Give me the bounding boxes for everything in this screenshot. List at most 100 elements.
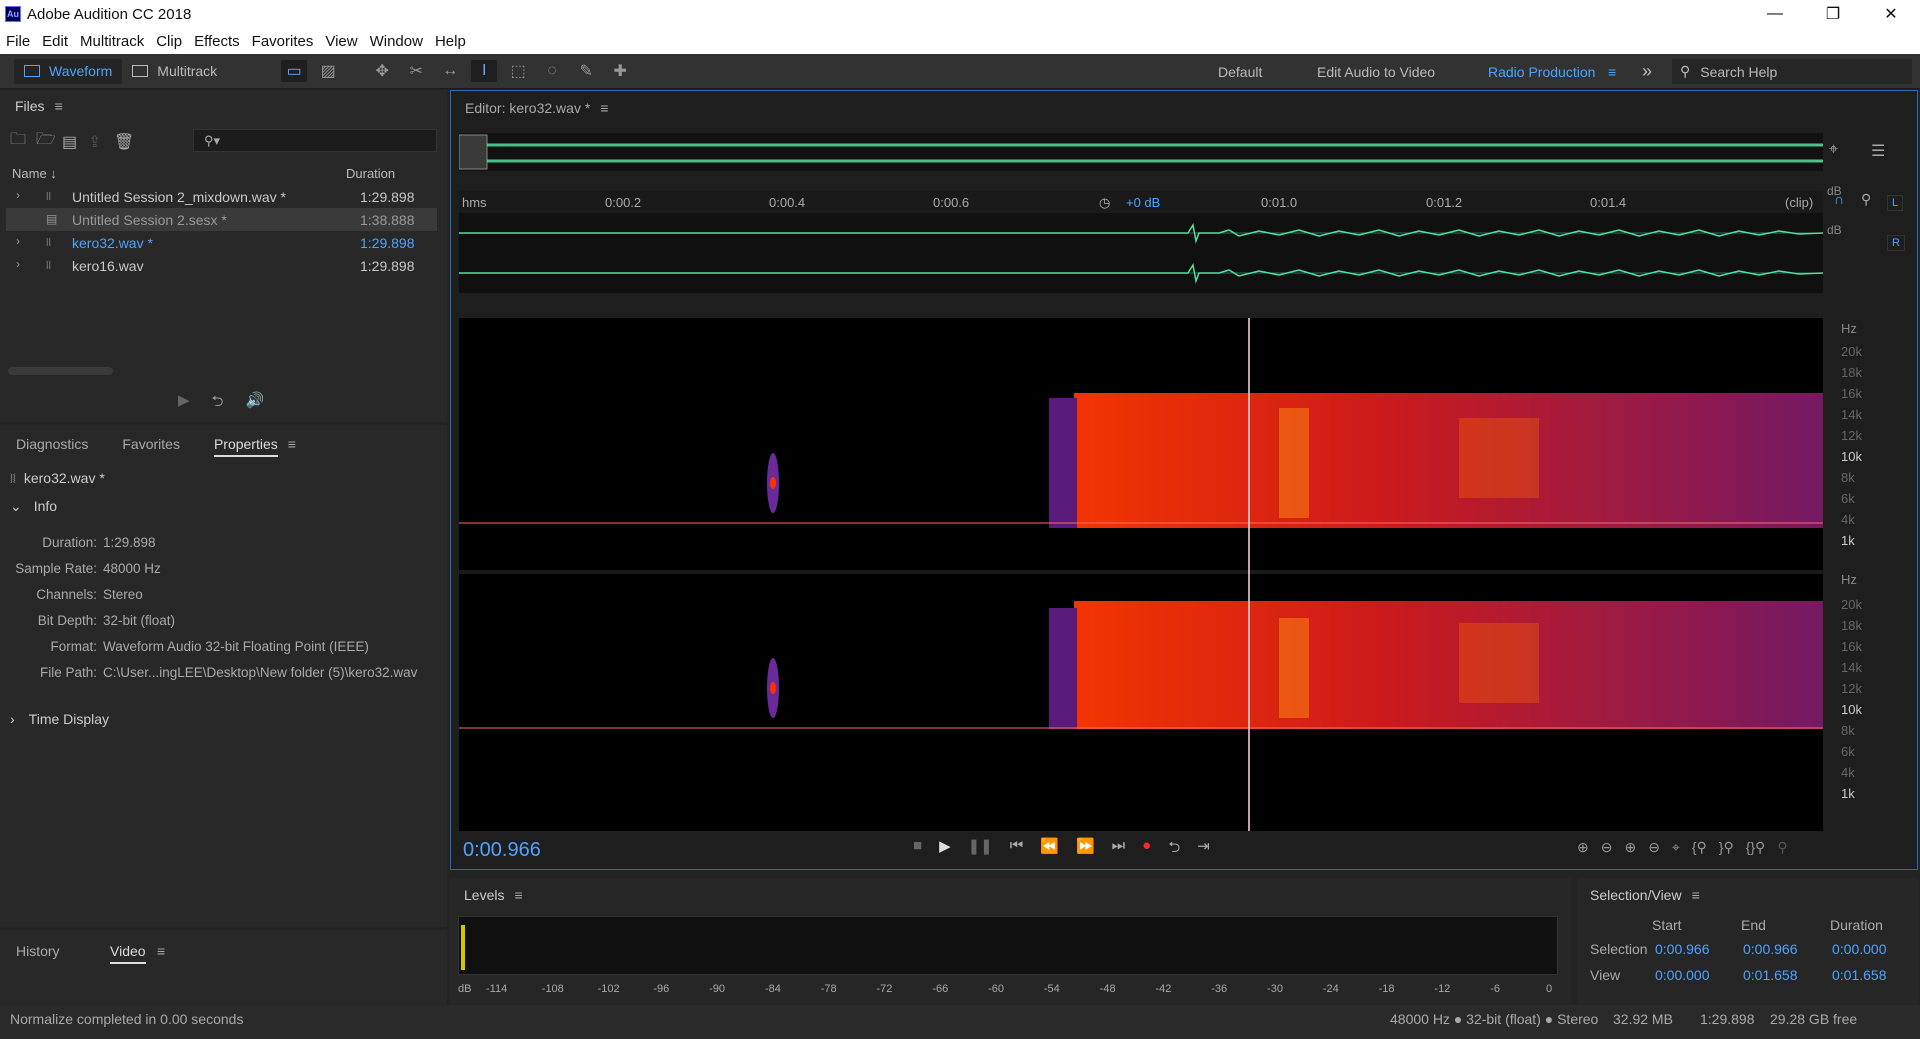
search-help-field[interactable]: ⚲ Search Help (1672, 59, 1912, 84)
play-icon[interactable]: ▶ (939, 837, 951, 862)
menu-effects[interactable]: Effects (188, 33, 246, 50)
view-start[interactable]: 0:00.000 (1655, 967, 1710, 983)
panel-menu-icon[interactable]: ≡ (55, 98, 63, 114)
marquee-tool-icon[interactable]: ⬚ (505, 60, 531, 82)
move-tool-icon[interactable]: ✥ (369, 60, 395, 82)
selection-end[interactable]: 0:00.966 (1743, 941, 1798, 957)
menu-view[interactable]: View (319, 33, 363, 50)
name-column-header[interactable]: Name ↓ (12, 166, 57, 181)
panel-menu-icon[interactable]: ≡ (1692, 887, 1700, 903)
menu-favorites[interactable]: Favorites (246, 33, 320, 50)
panel-menu-icon[interactable]: ≡ (600, 100, 608, 116)
current-time-display[interactable]: 0:00.966 (463, 839, 541, 862)
menu-clip[interactable]: Clip (150, 33, 188, 50)
file-row[interactable]: › ⧘⧙ kero32.wav * 1:29.898 (6, 231, 437, 254)
new-file-icon[interactable]: ▤ (62, 132, 88, 152)
selection-start[interactable]: 0:00.966 (1655, 941, 1710, 957)
autoplay-speaker-icon[interactable]: 🔊 (246, 391, 265, 416)
close-button[interactable]: ✕ (1862, 0, 1920, 28)
zoom-in-time-icon[interactable]: ⊕ (1624, 839, 1636, 856)
fast-forward-icon[interactable]: ⏩ (1076, 837, 1095, 862)
brush-tool-icon[interactable]: ✎ (573, 60, 599, 82)
view-end[interactable]: 0:01.658 (1743, 967, 1798, 983)
delete-file-icon[interactable]: 🗑 (114, 132, 140, 152)
multitrack-mode-button[interactable]: Multitrack (122, 59, 227, 84)
loop-preview-icon[interactable]: ⮌ (212, 391, 224, 416)
slip-tool-icon[interactable]: ↔ (437, 60, 463, 82)
zoom-out-point-icon[interactable]: }⚲ (1719, 839, 1734, 856)
panel-menu-icon[interactable]: ≡ (514, 887, 522, 903)
menu-multitrack[interactable]: Multitrack (74, 33, 150, 50)
pause-icon[interactable]: ❚❚ (968, 837, 993, 862)
spot-healing-tool-icon[interactable]: ✚ (607, 60, 633, 82)
left-channel-toggle[interactable]: L (1887, 195, 1904, 211)
file-row[interactable]: › ⧘⧙ kero16.wav 1:29.898 (6, 254, 437, 277)
panel-menu-icon[interactable]: ≡ (288, 436, 296, 457)
tab-properties[interactable]: Properties (213, 436, 278, 457)
file-row[interactable]: › ⧘⧙ Untitled Session 2_mixdown.wav * 1:… (6, 185, 437, 208)
insert-into-multitrack-icon[interactable]: ⇪ (88, 132, 114, 152)
zoom-in-point-icon[interactable]: {⚲ (1692, 839, 1707, 856)
duration-column-header[interactable]: Duration (346, 166, 395, 181)
zoom-in-amplitude-icon[interactable]: ⊕ (1577, 839, 1589, 856)
volume-readout[interactable]: +0 dB (1126, 195, 1160, 210)
workspace-radio-production[interactable]: Radio Production (1488, 54, 1595, 89)
loop-playback-icon[interactable]: ⮌ (1168, 837, 1180, 862)
tab-history[interactable]: History (16, 943, 60, 959)
view-duration[interactable]: 0:01.658 (1832, 967, 1887, 983)
selection-duration[interactable]: 0:00.000 (1832, 941, 1887, 957)
menu-file[interactable]: File (0, 33, 36, 50)
record-icon[interactable]: ● (1142, 837, 1151, 862)
lasso-tool-icon[interactable]: ◌ (539, 60, 565, 82)
zoom-to-selection-icon[interactable]: {}⚲ (1746, 839, 1766, 856)
zoom-navigator-icon[interactable]: ⌖ (1829, 141, 1838, 159)
workspace-edit-audio-to-video[interactable]: Edit Audio to Video (1317, 54, 1435, 89)
zoom-out-full-icon[interactable]: ⌖ (1672, 839, 1680, 856)
zoom-out-time-icon[interactable]: ⊖ (1648, 839, 1660, 856)
workspace-default[interactable]: Default (1218, 54, 1262, 89)
open-file-icon[interactable]: 🗀 (10, 128, 36, 155)
marker-pin-icon[interactable]: ⚲ (1861, 191, 1871, 208)
panel-menu-icon[interactable]: ≡ (157, 943, 165, 959)
time-ruler[interactable]: hms 0:00.2 0:00.4 0:00.6 ◷ +0 dB 0:01.0 … (459, 191, 1823, 213)
spectral-pitch-icon[interactable]: ▨ (315, 60, 341, 82)
import-file-icon[interactable]: 🗁 (36, 128, 62, 155)
waveform-display[interactable] (459, 213, 1823, 293)
play-preview-icon[interactable]: ▶ (178, 391, 190, 416)
right-channel-toggle[interactable]: R (1887, 235, 1905, 251)
time-display-section-header[interactable]: › Time Display (10, 711, 109, 727)
tab-favorites[interactable]: Favorites (122, 436, 180, 457)
files-search-input[interactable]: ⚲▾ (193, 129, 437, 152)
tab-video[interactable]: Video (110, 943, 146, 964)
file-row[interactable]: ▤ Untitled Session 2.sesx * 1:38.888 (6, 208, 437, 231)
tab-diagnostics[interactable]: Diagnostics (16, 436, 88, 457)
view-options-icon[interactable]: ☰ (1871, 141, 1885, 161)
menu-window[interactable]: Window (364, 33, 429, 50)
stop-icon[interactable]: ■ (913, 837, 922, 862)
hz-tick: 14k (1841, 407, 1862, 422)
waveform-mode-button[interactable]: Waveform (14, 58, 123, 84)
info-section-header[interactable]: ⌄ Info (10, 498, 57, 515)
spectral-frequency-display[interactable] (459, 318, 1823, 831)
razor-tool-icon[interactable]: ✂ (403, 60, 429, 82)
skip-selection-icon[interactable]: ⇥ (1197, 837, 1210, 862)
zoom-selected-tracks-icon[interactable]: ⚲ (1777, 839, 1787, 856)
skip-to-start-icon[interactable]: ⏮ (1010, 837, 1024, 862)
maximize-button[interactable]: ❐ (1804, 0, 1862, 28)
volume-knob-icon[interactable]: ◷ (1099, 195, 1110, 211)
expand-arrow-icon[interactable]: › (16, 188, 20, 202)
more-workspaces-icon[interactable]: » (1642, 54, 1652, 89)
expand-arrow-icon[interactable]: › (16, 257, 20, 271)
overview-waveform[interactable] (459, 133, 1823, 171)
files-horizontal-scrollbar[interactable] (8, 367, 113, 375)
menu-help[interactable]: Help (429, 33, 472, 50)
zoom-out-amplitude-icon[interactable]: ⊖ (1601, 839, 1613, 856)
menu-edit[interactable]: Edit (36, 33, 74, 50)
workspace-menu-icon[interactable]: ≡ (1608, 54, 1616, 89)
skip-to-end-icon[interactable]: ⏭ (1112, 837, 1126, 862)
spectral-display-icon[interactable]: ▭ (281, 60, 308, 82)
rewind-icon[interactable]: ⏪ (1040, 837, 1059, 862)
minimize-button[interactable]: — (1746, 0, 1804, 28)
time-selection-tool-icon[interactable]: I (471, 60, 498, 82)
expand-arrow-icon[interactable]: › (16, 234, 20, 248)
